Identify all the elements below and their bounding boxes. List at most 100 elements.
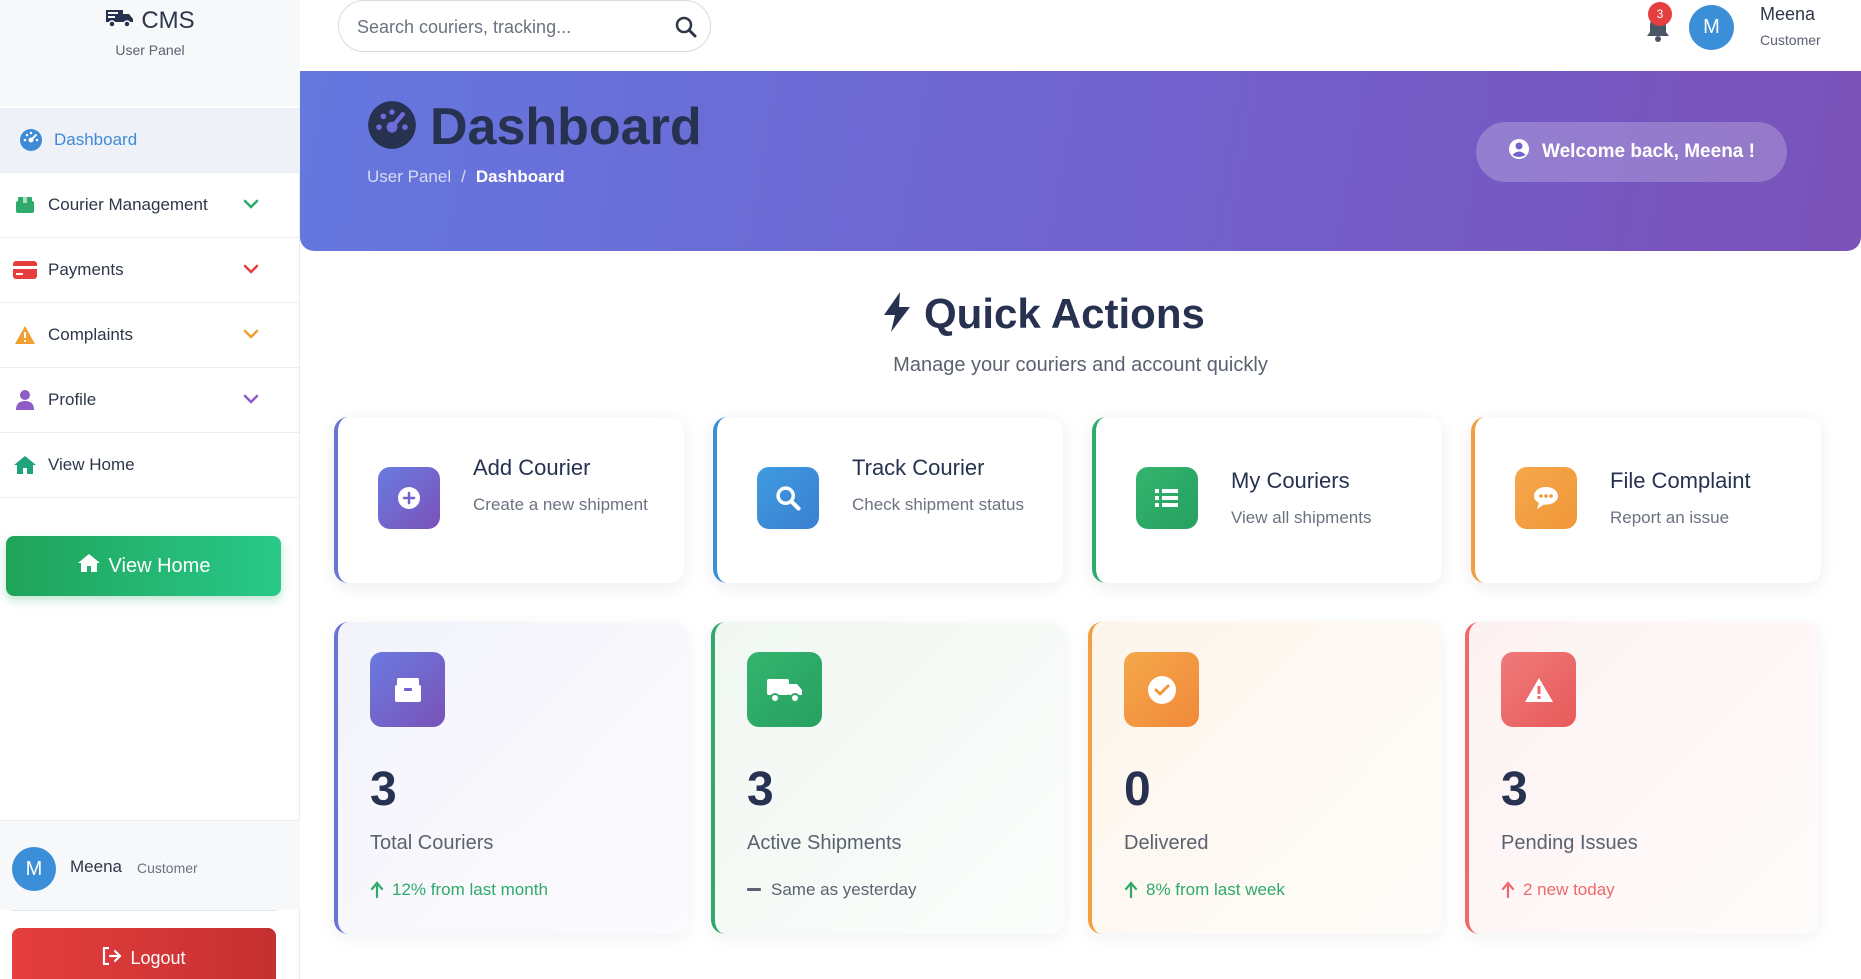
brand-row: CMS — [0, 6, 300, 35]
sidebar-item-label: Profile — [48, 390, 97, 409]
stat-trend: 12% from last month — [370, 880, 548, 900]
view-home-label: View Home — [108, 554, 211, 577]
truck-icon — [105, 6, 135, 35]
logout-button[interactable]: Logout — [12, 928, 276, 979]
truck-icon — [747, 652, 822, 727]
stat-value: 3 — [1501, 763, 1528, 816]
chevron-down-icon — [243, 199, 259, 209]
divider — [12, 910, 276, 911]
arrow-up-icon — [1124, 881, 1138, 899]
stat-card-total-couriers: 3 Total Couriers 12% from last month — [334, 622, 688, 934]
user-role: Customer — [1760, 32, 1821, 48]
stat-card-delivered: 0 Delivered 8% from last week — [1088, 622, 1442, 934]
plus-circle-icon — [378, 467, 440, 529]
card-description: Report an issue — [1610, 508, 1730, 527]
add-courier-card[interactable]: Add Courier Create a new shipment — [334, 417, 684, 583]
avatar[interactable]: M — [1689, 5, 1734, 50]
box-icon — [12, 192, 38, 218]
stat-trend: 2 new today — [1501, 880, 1615, 900]
user-circle-icon — [1508, 138, 1530, 166]
stat-label: Total Couriers — [370, 832, 494, 854]
comment-icon — [1515, 467, 1577, 529]
brand-subtitle: User Panel — [115, 42, 185, 58]
sidebar-item-view-home[interactable]: View Home — [0, 433, 300, 498]
stat-trend: Same as yesterday — [747, 880, 917, 900]
credit-card-icon — [12, 257, 38, 283]
sidebar-item-label: Courier Management — [48, 195, 208, 214]
section-title: Quick Actions — [924, 290, 1205, 337]
app: CMS User Panel Dashboard Courier Managem… — [0, 0, 1861, 979]
quick-actions-header: Quick Actions — [880, 290, 1205, 338]
my-couriers-card[interactable]: My Couriers View all shipments — [1092, 417, 1442, 583]
stat-card-pending-issues: 3 Pending Issues 2 new today — [1465, 622, 1819, 934]
stat-trend-text: 2 new today — [1523, 880, 1615, 899]
stat-value: 3 — [370, 763, 397, 816]
home-icon — [77, 553, 101, 579]
chevron-down-icon — [243, 329, 259, 339]
user-name: Meena — [1760, 4, 1816, 24]
stat-value: 0 — [1124, 763, 1151, 816]
breadcrumb-current: Dashboard — [475, 167, 565, 186]
warning-icon — [1501, 652, 1576, 727]
card-description: View all shipments — [1231, 508, 1372, 527]
stat-label: Active Shipments — [747, 832, 902, 854]
bolt-icon — [880, 291, 914, 338]
user-role: Customer — [137, 860, 198, 876]
card-description: Check shipment status — [852, 495, 1024, 514]
card-title: Track Courier — [852, 455, 985, 480]
sidebar: CMS User Panel Dashboard Courier Managem… — [0, 0, 300, 979]
section-subtitle: Manage your couriers and account quickly — [893, 354, 1268, 376]
notification-badge: 3 — [1648, 2, 1672, 26]
minus-icon — [747, 888, 761, 891]
stat-trend: 8% from last week — [1124, 880, 1285, 900]
card-title: Add Courier — [473, 455, 591, 480]
page-title-row: Dashboard — [366, 97, 702, 157]
gauge-icon — [18, 127, 44, 153]
home-icon — [12, 452, 38, 478]
stat-label: Pending Issues — [1501, 832, 1638, 854]
user-icon — [12, 387, 38, 413]
page-title: Dashboard — [430, 98, 702, 156]
gauge-icon — [366, 99, 418, 156]
stat-card-active-shipments: 3 Active Shipments Same as yesterday — [711, 622, 1065, 934]
breadcrumb: User Panel / Dashboard — [367, 167, 565, 187]
chevron-down-icon — [243, 264, 259, 274]
sidebar-item-dashboard[interactable]: Dashboard — [0, 108, 300, 173]
breadcrumb-separator: / — [461, 167, 466, 186]
search-input[interactable] — [357, 13, 657, 41]
sidebar-item-label: Payments — [48, 260, 124, 279]
arrow-up-icon — [1501, 881, 1515, 899]
avatar[interactable]: M — [12, 847, 56, 891]
arrow-up-icon — [370, 881, 384, 899]
welcome-text: Welcome back, Meena ! — [1542, 141, 1755, 162]
brand-name: CMS — [141, 6, 195, 34]
check-circle-icon — [1124, 652, 1199, 727]
sidebar-nav: Dashboard Courier Management Payments Co… — [0, 108, 300, 498]
breadcrumb-item[interactable]: User Panel — [367, 167, 451, 187]
sidebar-item-complaints[interactable]: Complaints — [0, 303, 300, 368]
sidebar-item-label: View Home — [48, 455, 135, 474]
sidebar-item-label: Dashboard — [54, 130, 138, 149]
stat-label: Delivered — [1124, 832, 1209, 854]
sidebar-item-label: Complaints — [48, 325, 134, 344]
stat-trend-text: Same as yesterday — [771, 880, 917, 899]
sidebar-item-payments[interactable]: Payments — [0, 238, 300, 303]
hero-banner: Dashboard User Panel / Dashboard Welcome… — [300, 71, 1861, 251]
search-icon[interactable] — [674, 15, 698, 39]
sidebar-item-courier-management[interactable]: Courier Management — [0, 173, 300, 238]
card-title: File Complaint — [1610, 468, 1751, 493]
stat-value: 3 — [747, 763, 774, 816]
file-complaint-card[interactable]: File Complaint Report an issue — [1471, 417, 1821, 583]
box-icon — [370, 652, 445, 727]
list-icon — [1136, 467, 1198, 529]
welcome-badge: Welcome back, Meena ! — [1476, 122, 1787, 182]
sidebar-item-profile[interactable]: Profile — [0, 368, 300, 433]
card-description: Create a new shipment — [473, 495, 648, 514]
search-box — [338, 0, 711, 52]
card-title: My Couriers — [1231, 468, 1350, 493]
sidebar-user: M Meena Customer — [0, 820, 300, 910]
chevron-down-icon — [243, 394, 259, 404]
search-icon — [757, 467, 819, 529]
view-home-button[interactable]: View Home — [6, 536, 281, 596]
track-courier-card[interactable]: Track Courier Check shipment status — [713, 417, 1063, 583]
